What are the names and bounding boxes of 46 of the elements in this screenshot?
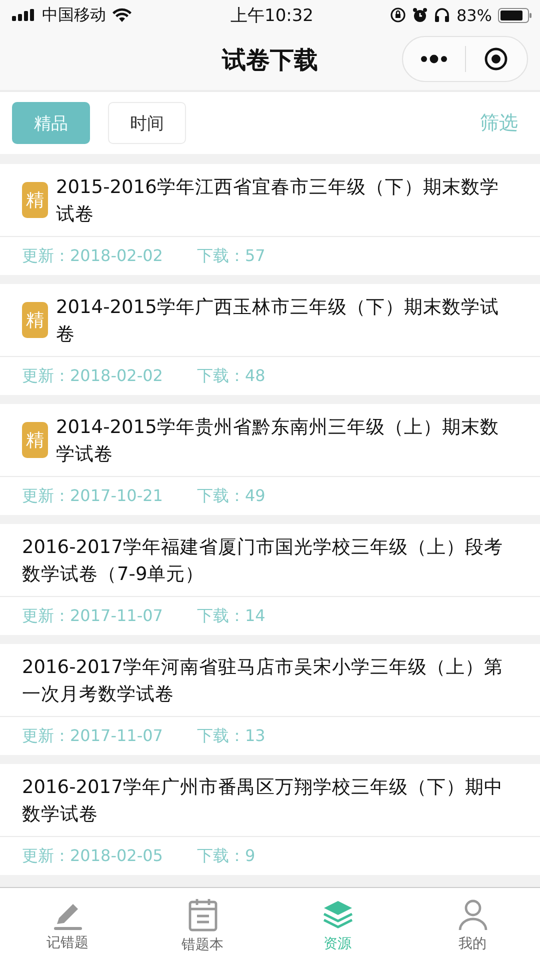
carrier-name: 中国移动 [42,4,106,26]
paper-card[interactable]: 精 2015-2016学年江西省宜春市三年级（下）期末数学试卷 更新：2018-02-02 下载：57 [0,164,540,275]
update-date: 更新：2017-11-07 [22,726,163,746]
paper-title: 2016-2017学年河南省驻马店市吴宋小学三年级（上）第一次月考数学试卷 [22,656,504,707]
paper-title: 2014-2015学年贵州省黔东南州三年级（上）期末数学试卷 [56,416,500,467]
download-count: 下载：14 [196,606,266,626]
paper-title: 2014-2015学年广西玉林市三年级（下）期末数学试卷 [56,296,500,347]
filter-tab[interactable]: 时间 [108,102,186,144]
featured-badge: 精 [22,182,48,218]
download-count: 下载：48 [196,366,266,386]
stack-icon [322,899,354,931]
notebook-icon [188,898,218,932]
download-count: 下载：9 [196,846,256,866]
headphones-icon [434,7,450,23]
paper-title: 2016-2017学年广州市番禺区万翔学校三年级（下）期中数学试卷 [22,776,504,827]
featured-badge: 精 [22,422,48,458]
signal-icon [12,9,36,21]
paper-card[interactable]: 2016-2017学年福建省厦门市国光学校三年级（上）段考数学试卷（7-9单元） 更新：2017-11-07 下载：14 [0,524,540,635]
paper-card[interactable]: 精 2014-2015学年贵州省黔东南州三年级（上）期末数学试卷 更新：2017-10-21 下载：49 [0,404,540,515]
paper-card[interactable]: 2016-2017学年广州市番禺区万翔学校三年级（下）期中数学试卷 更新：2018-02-05 下载：9 [0,764,540,875]
update-date: 更新：2018-02-02 [22,246,163,266]
status-time: 上午10:32 [230,4,314,26]
paper-card[interactable]: 精 2014-2015学年广西玉林市三年级（下）期末数学试卷 更新：2018-02-02 下载：48 [0,284,540,395]
download-count: 下载：13 [196,726,266,746]
download-count: 下载：49 [196,486,266,506]
battery-percent: 83% [456,6,492,24]
more-icon [420,54,448,64]
person-icon [458,899,488,931]
update-date: 更新：2017-10-21 [22,486,163,506]
wifi-icon [112,8,132,22]
paper-title: 2015-2016学年江西省宜春市三年级（下）期末数学试卷 [56,176,500,227]
paper-card[interactable]: 2016-2017学年河南省驻马店市吴宋小学三年级（上）第一次月考数学试卷 更新：2017-11-07 下载：13 [0,644,540,755]
tab-bar-item[interactable]: 我的 [405,888,540,960]
tab-bar-item[interactable]: 错题本 [135,888,270,960]
alarm-icon [412,7,428,23]
target-icon [484,47,508,71]
paper-title: 2016-2017学年福建省厦门市国光学校三年级（上）段考数学试卷（7-9单元） [22,536,504,587]
rotation-lock-icon [390,7,406,23]
download-count: 下载：57 [196,246,266,266]
update-date: 更新：2017-11-07 [22,606,163,626]
page-title: 试卷下载 [222,45,318,76]
featured-badge: 精 [22,302,48,338]
battery-icon [498,8,532,22]
tab-bar-item[interactable]: 记错题 [0,888,135,960]
update-date: 更新：2018-02-02 [22,366,163,386]
update-date: 更新：2018-02-05 [22,846,163,866]
